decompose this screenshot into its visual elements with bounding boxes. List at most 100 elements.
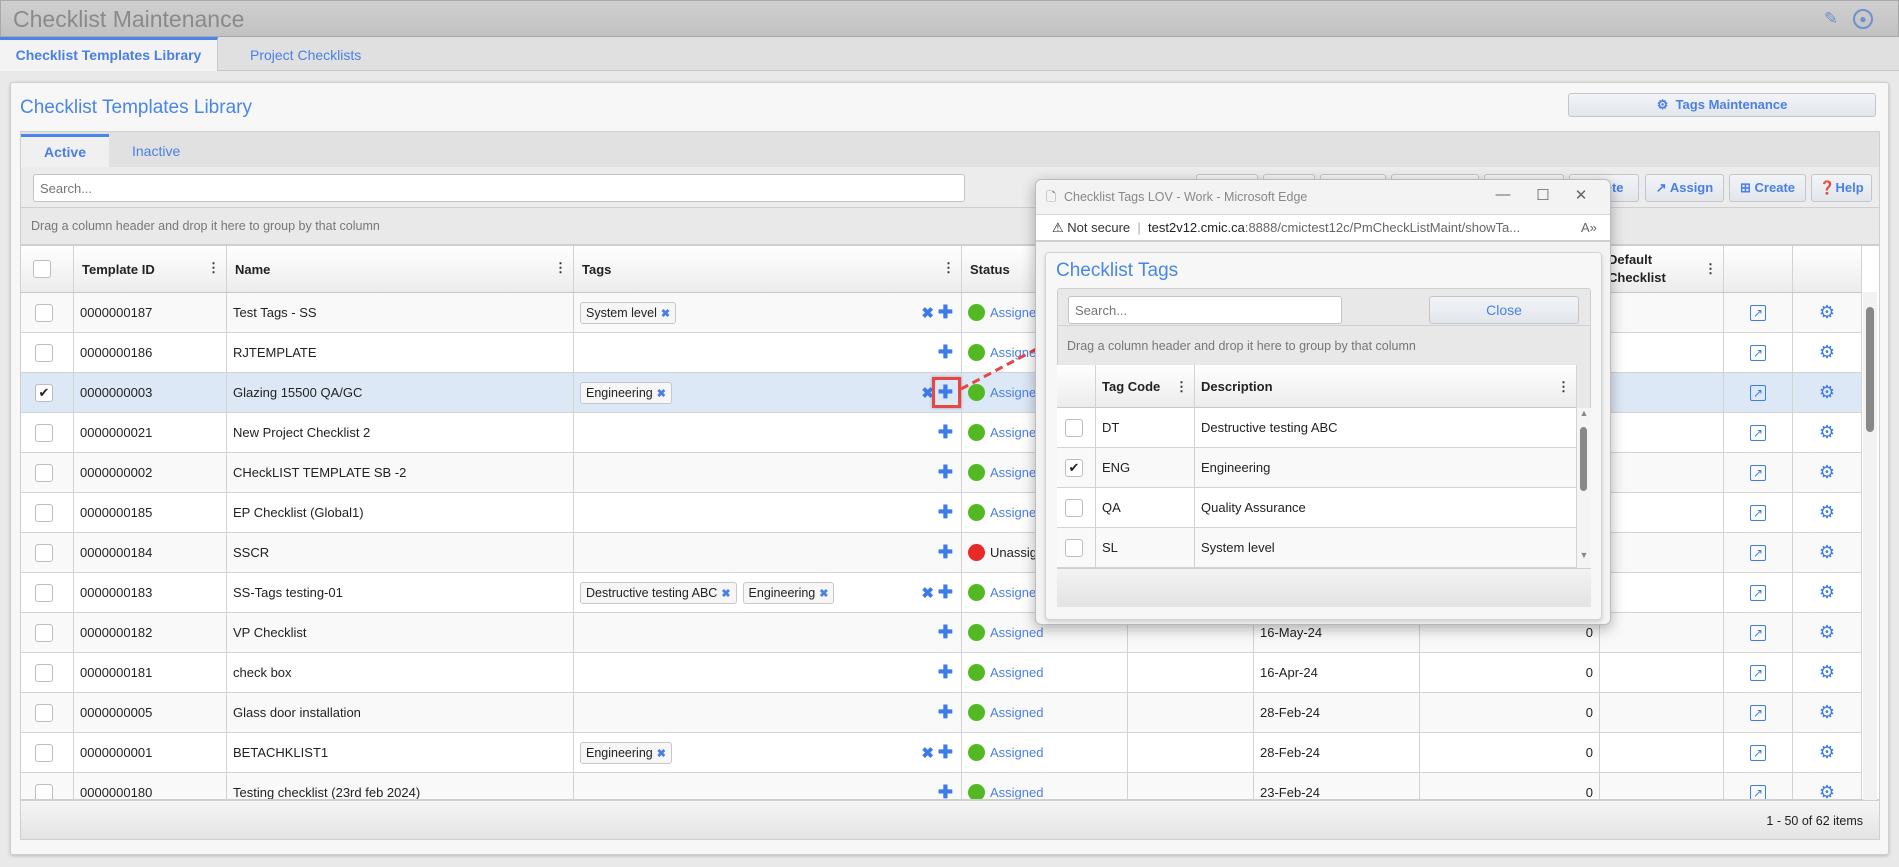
read-aloud-icon[interactable]: A» <box>1581 215 1597 241</box>
external-link-icon[interactable]: ↗ <box>1749 544 1767 561</box>
external-link-icon[interactable]: ↗ <box>1749 464 1767 481</box>
list-item[interactable]: ✔ ENG Engineering <box>1057 448 1577 488</box>
column-header-tags[interactable]: Tags ⋮ <box>574 246 962 292</box>
address-bar[interactable]: ⚠ Not secure | test2v12.cmic.ca:8888/cmi… <box>1036 214 1610 242</box>
remove-tag-icon[interactable]: ✖ <box>657 388 666 400</box>
edit-icon[interactable]: ✎ <box>1821 9 1841 29</box>
gear-icon[interactable]: ⚙ <box>1819 502 1835 523</box>
assign-button[interactable]: ↗ Assign <box>1645 174 1724 202</box>
table-row[interactable]: 0000000180 Testing checklist (23rd feb 20… <box>21 773 1862 799</box>
gear-icon[interactable]: ⚙ <box>1819 422 1835 443</box>
remove-tag-icon[interactable]: ✖ <box>657 748 666 760</box>
external-link-icon[interactable]: ↗ <box>1749 504 1767 521</box>
tags-search-input[interactable] <box>1068 296 1342 324</box>
tab-inactive[interactable]: Inactive <box>114 134 198 168</box>
table-row[interactable]: 0000000005 Glass door installation ✚ Assign… <box>21 693 1862 733</box>
add-tag-icon[interactable]: ✚ <box>938 542 953 563</box>
scroll-down-icon[interactable]: ▼ <box>1577 550 1591 560</box>
external-link-icon[interactable]: ↗ <box>1749 584 1767 601</box>
table-row[interactable]: 0000000181 check box ✚ Assigned 16-Apr-24 0 ↗ ⚙ <box>21 653 1862 693</box>
table-row[interactable]: 0000000001 BETACHKLIST1 Engineering ✖ ✖ ✚ Assi… <box>21 733 1862 773</box>
column-header-default-checklist[interactable]: Default Checklist ⋮ <box>1600 246 1724 292</box>
clear-tags-icon[interactable]: ✖ <box>921 304 934 323</box>
user-circle-icon[interactable]: ● <box>1853 9 1873 29</box>
gear-icon[interactable]: ⚙ <box>1819 702 1835 723</box>
search-input[interactable] <box>33 174 965 202</box>
add-tag-icon[interactable]: ✚ <box>938 462 953 483</box>
gear-icon[interactable]: ⚙ <box>1819 302 1835 323</box>
gear-icon[interactable]: ⚙ <box>1819 462 1835 483</box>
status-link[interactable]: Assigned <box>990 625 1043 640</box>
row-checkbox[interactable] <box>35 343 53 362</box>
scroll-up-icon[interactable]: ▲ <box>1577 408 1591 418</box>
tags-scrollbar-thumb[interactable] <box>1580 427 1587 491</box>
external-link-icon[interactable]: ↗ <box>1749 304 1767 321</box>
column-header-tag-code[interactable]: Tag Code ⋮ <box>1096 365 1195 408</box>
list-item[interactable]: QA Quality Assurance <box>1057 488 1577 528</box>
row-checkbox[interactable] <box>35 543 53 562</box>
column-menu-icon[interactable]: ⋮ <box>1704 260 1717 278</box>
add-tag-icon[interactable]: ✚ <box>938 622 953 643</box>
row-checkbox[interactable] <box>35 703 53 722</box>
security-indicator[interactable]: Not secure <box>1067 220 1130 235</box>
status-link[interactable]: Assigned <box>990 705 1043 720</box>
external-link-icon[interactable]: ↗ <box>1749 664 1767 681</box>
clear-tags-icon[interactable]: ✖ <box>921 744 934 763</box>
remove-tag-icon[interactable]: ✖ <box>661 308 670 320</box>
row-checkbox[interactable] <box>35 503 53 522</box>
tag-checkbox[interactable]: ✔ <box>1065 458 1083 477</box>
column-menu-icon[interactable]: ⋮ <box>1175 379 1188 395</box>
status-link[interactable]: Assigned <box>990 665 1043 680</box>
tags-group-drop-zone[interactable]: Drag a column header and drop it here to… <box>1057 325 1591 365</box>
add-tag-icon[interactable]: ✚ <box>938 702 953 723</box>
column-menu-icon[interactable]: ⋮ <box>942 260 955 276</box>
maximize-icon[interactable]: ☐ <box>1530 186 1556 208</box>
close-button[interactable]: Close <box>1429 296 1579 324</box>
row-checkbox[interactable] <box>35 743 53 762</box>
tags-maintenance-button[interactable]: ⚙ Tags Maintenance <box>1568 93 1876 117</box>
external-link-icon[interactable]: ↗ <box>1749 624 1767 641</box>
column-menu-icon[interactable]: ⋮ <box>1557 379 1570 395</box>
row-checkbox[interactable] <box>35 303 53 322</box>
close-window-icon[interactable]: ✕ <box>1568 186 1594 208</box>
tag-checkbox[interactable] <box>1065 498 1083 517</box>
row-checkbox[interactable] <box>35 783 53 799</box>
row-checkbox[interactable] <box>35 423 53 442</box>
row-checkbox[interactable] <box>35 663 53 682</box>
external-link-icon[interactable]: ↗ <box>1749 744 1767 761</box>
column-header-template-id[interactable]: Template ID ⋮ <box>74 246 227 292</box>
column-header-description[interactable]: Description ⋮ <box>1195 365 1577 408</box>
tab-project-checklists[interactable]: Project Checklists <box>232 37 379 71</box>
gear-icon[interactable]: ⚙ <box>1819 742 1835 763</box>
add-tag-icon[interactable]: ✚ <box>938 302 953 323</box>
row-checkbox[interactable] <box>35 623 53 642</box>
add-tag-icon[interactable]: ✚ <box>938 502 953 523</box>
add-tag-icon[interactable]: ✚ <box>938 342 953 363</box>
gear-icon[interactable]: ⚙ <box>1819 342 1835 363</box>
gear-icon[interactable]: ⚙ <box>1819 622 1835 643</box>
add-tag-icon[interactable]: ✚ <box>938 742 953 763</box>
minimize-icon[interactable]: — <box>1490 186 1516 208</box>
clear-tags-icon[interactable]: ✖ <box>921 584 934 603</box>
external-link-icon[interactable]: ↗ <box>1749 344 1767 361</box>
row-checkbox[interactable] <box>35 583 53 602</box>
add-tag-icon[interactable]: ✚ <box>938 422 953 443</box>
tag-checkbox[interactable] <box>1065 538 1083 557</box>
row-checkbox[interactable] <box>35 463 53 482</box>
select-all-checkbox[interactable] <box>33 260 51 278</box>
external-link-icon[interactable]: ↗ <box>1749 784 1767 799</box>
external-link-icon[interactable]: ↗ <box>1749 424 1767 441</box>
add-tag-icon[interactable]: ✚ <box>938 662 953 683</box>
tab-active[interactable]: Active <box>21 134 109 168</box>
tab-checklist-templates-library[interactable]: Checklist Templates Library <box>0 37 218 71</box>
create-button[interactable]: ⊞ Create <box>1729 174 1806 202</box>
help-button[interactable]: ❓Help <box>1811 174 1872 202</box>
row-checkbox[interactable]: ✔ <box>35 383 53 402</box>
column-menu-icon[interactable]: ⋮ <box>207 260 220 276</box>
remove-tag-icon[interactable]: ✖ <box>819 588 828 600</box>
status-link[interactable]: Assigned <box>990 745 1043 760</box>
add-tag-icon[interactable]: ✚ <box>938 782 953 799</box>
gear-icon[interactable]: ⚙ <box>1819 382 1835 403</box>
gear-icon[interactable]: ⚙ <box>1819 662 1835 683</box>
tag-checkbox[interactable] <box>1065 418 1083 437</box>
